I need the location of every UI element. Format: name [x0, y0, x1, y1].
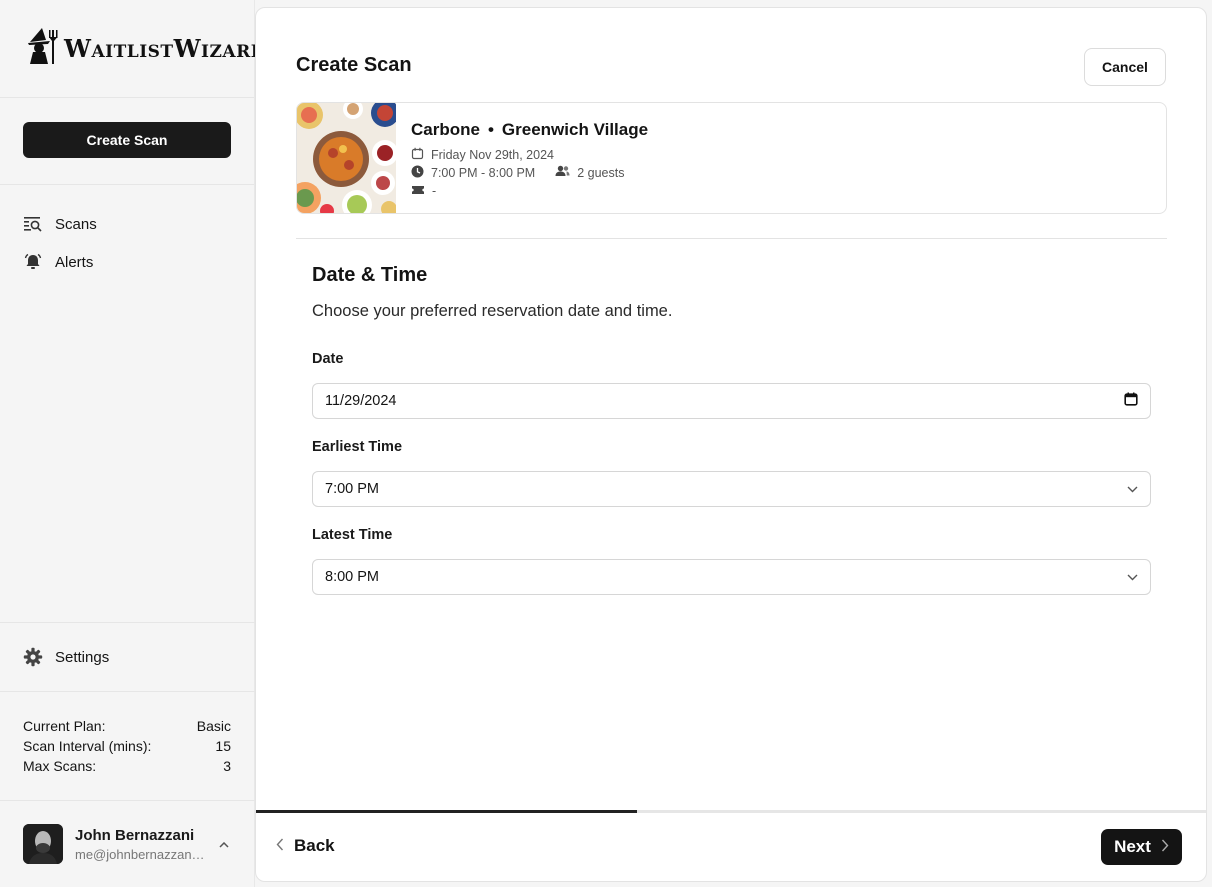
earliest-time-value: 7:00 PM — [325, 481, 379, 497]
calendar-icon — [411, 147, 424, 163]
max-scans-label: Max Scans: — [23, 758, 97, 774]
user-email: me@johnbernazzani... — [75, 846, 205, 862]
max-scans-value: 3 — [223, 758, 231, 774]
main-panel: Create Scan Cancel Carbone • Greenwich V… — [255, 7, 1207, 882]
date-label: Date — [312, 351, 344, 367]
cancel-button[interactable]: Cancel — [1084, 48, 1166, 86]
user-name: John Bernazzani — [75, 826, 195, 844]
chevron-up-icon[interactable] — [219, 837, 229, 851]
bell-icon — [23, 252, 43, 272]
sidebar-item-label: Scans — [55, 215, 97, 233]
restaurant-image — [297, 103, 399, 213]
date-value: 11/29/2024 — [325, 393, 397, 409]
settings-label: Settings — [55, 648, 110, 666]
restaurant-title: Carbone • Greenwich Village — [411, 120, 648, 140]
sidebar-item-alerts[interactable]: Alerts — [0, 243, 254, 281]
restaurant-location: Greenwich Village — [501, 120, 649, 139]
scan-interval-value: 15 — [215, 738, 231, 754]
wizard-logo-icon — [26, 26, 60, 71]
gear-icon — [23, 647, 43, 667]
section-title: Date & Time — [312, 264, 428, 286]
sidebar-item-scans[interactable]: Scans — [0, 205, 254, 243]
sidebar-item-label: Alerts — [55, 253, 94, 271]
current-plan-label: Current Plan: — [23, 718, 106, 734]
chevron-left-icon — [276, 836, 284, 856]
ticket-icon — [411, 184, 425, 198]
scan-list-icon — [23, 214, 43, 234]
latest-time-select[interactable]: 8:00 PM — [312, 559, 1151, 595]
scan-interval-label: Scan Interval (mins): — [23, 738, 152, 754]
clock-icon — [411, 165, 424, 181]
separator-dot: • — [487, 120, 494, 139]
earliest-time-label: Earliest Time — [312, 439, 403, 455]
user-menu[interactable]: John Bernazzani me@johnbernazzani... — [0, 800, 255, 887]
sidebar-item-settings[interactable]: Settings — [0, 622, 255, 692]
progress-bar — [256, 810, 1206, 813]
guests-icon — [555, 165, 570, 180]
progress-fill — [256, 810, 637, 813]
app-name: WaitlistWizard — [64, 34, 266, 63]
latest-time-value: 8:00 PM — [325, 569, 379, 585]
reservation-time: 7:00 PM - 8:00 PM — [431, 165, 536, 180]
earliest-time-select[interactable]: 7:00 PM — [312, 471, 1151, 507]
back-button[interactable]: Back — [276, 836, 335, 856]
latest-time-label: Latest Time — [312, 527, 393, 543]
next-button[interactable]: Next — [1101, 829, 1182, 865]
date-input[interactable]: 11/29/2024 — [312, 383, 1151, 419]
sidebar: WaitlistWizard Create Scan Scans Alerts … — [0, 0, 265, 887]
seating-type: - — [432, 183, 437, 198]
restaurant-name: Carbone — [411, 120, 480, 139]
reservation-date: Friday Nov 29th, 2024 — [431, 147, 554, 162]
restaurant-card: Carbone • Greenwich Village Friday Nov 2… — [296, 102, 1167, 214]
chevron-down-icon — [1127, 481, 1138, 497]
guest-count: 2 guests — [577, 165, 625, 180]
plan-summary: Current Plan: Basic Scan Interval (mins)… — [23, 716, 231, 776]
calendar-picker-icon[interactable] — [1124, 392, 1138, 410]
chevron-down-icon — [1127, 569, 1138, 585]
divider — [296, 238, 1167, 239]
sidebar-nav: Scans Alerts — [0, 185, 254, 281]
avatar — [23, 824, 63, 864]
logo[interactable]: WaitlistWizard — [0, 0, 265, 98]
back-label: Back — [294, 836, 335, 855]
create-scan-button[interactable]: Create Scan — [23, 122, 231, 158]
chevron-right-icon — [1161, 837, 1169, 857]
section-description: Choose your preferred reservation date a… — [312, 302, 673, 320]
next-label: Next — [1114, 837, 1151, 856]
current-plan-value: Basic — [196, 718, 231, 734]
page-title: Create Scan — [296, 54, 412, 76]
